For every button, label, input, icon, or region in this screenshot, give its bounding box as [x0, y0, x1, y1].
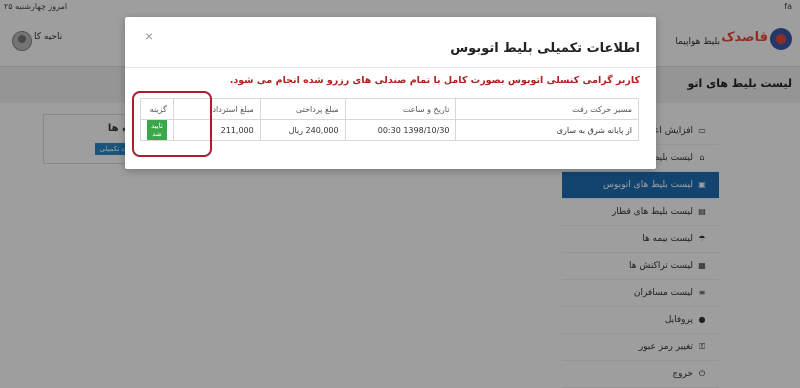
ticket-table: مسیر حرکت رفت تاریخ و ساعت مبلغ پرداختی … — [140, 98, 639, 141]
col-datetime: تاریخ و ساعت — [344, 98, 457, 120]
modal-title: اطلاعات تکمیلی بلیط اتوبوس — [450, 41, 640, 56]
close-icon[interactable]: × — [139, 27, 159, 45]
col-route: مسیر حرکت رفت — [455, 98, 639, 120]
cancellation-notice: کاربر گرامی کنسلی اتوبوس بصورت کامل با ت… — [229, 75, 640, 86]
datetime-cell: 1398/10/30 00:30 — [344, 119, 457, 141]
route-cell: از پایانه شرق به ساری — [455, 119, 639, 141]
table-header-row: مسیر حرکت رفت تاریخ و ساعت مبلغ پرداختی … — [140, 98, 639, 120]
paid-cell: 240,000 ریال — [259, 119, 346, 141]
modal-divider — [125, 67, 656, 68]
col-paid: مبلغ پرداختی — [259, 98, 346, 120]
table-row: از پایانه شرق به ساری 1398/10/30 00:30 2… — [140, 119, 639, 141]
highlight-box — [132, 91, 212, 157]
